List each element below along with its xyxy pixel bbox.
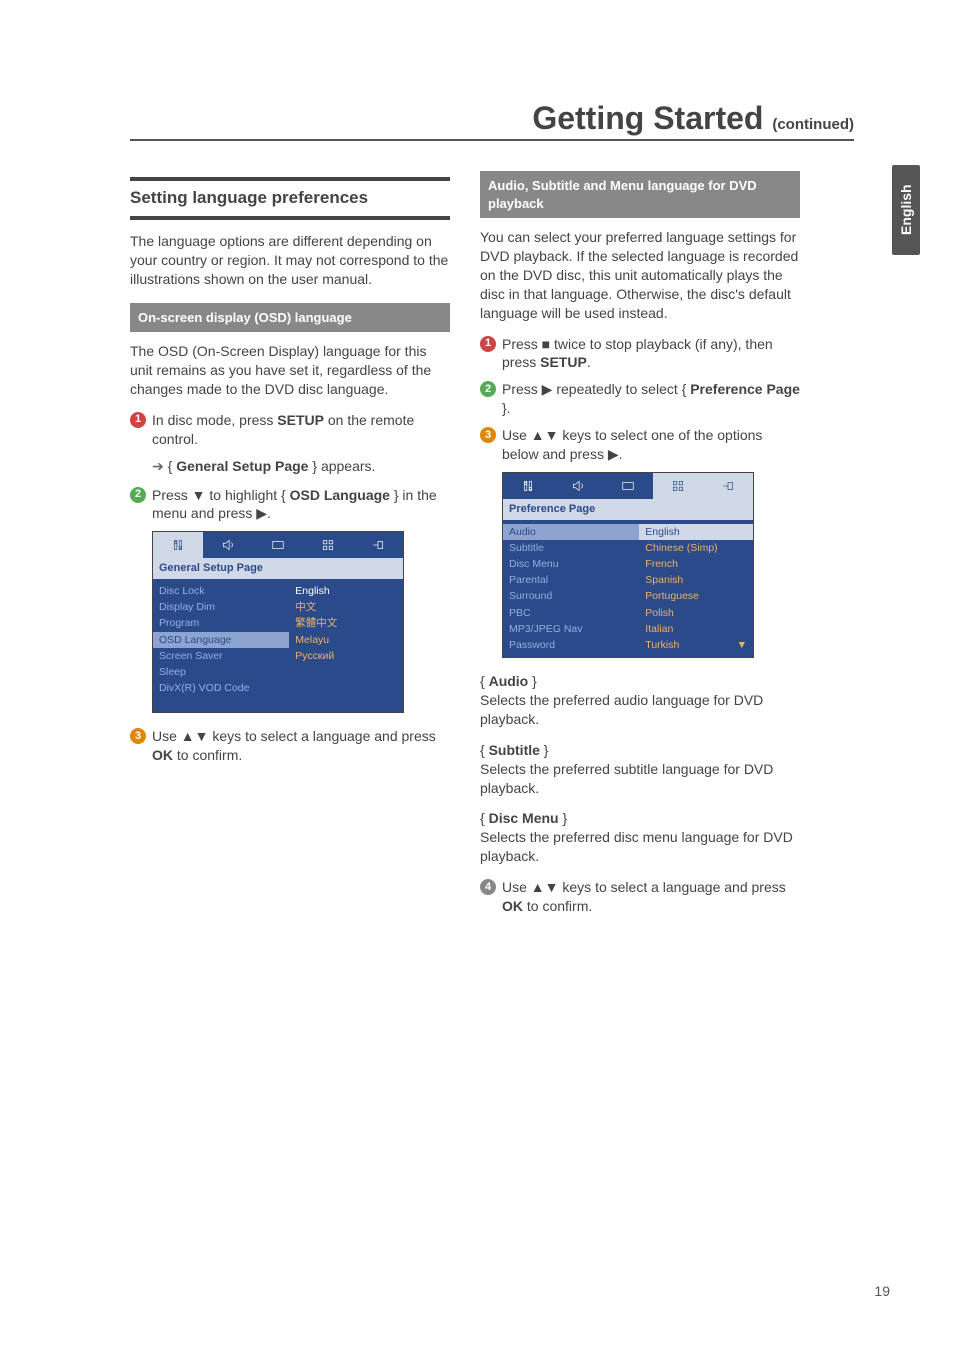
content-columns: Setting language preferences The languag…	[130, 171, 894, 924]
step-badge-1: 1	[130, 412, 146, 428]
page-title: Getting Started (continued)	[130, 100, 854, 141]
step-badge-2: 2	[480, 381, 496, 397]
page-number: 19	[874, 1283, 890, 1299]
step-badge-1: 1	[480, 336, 496, 352]
intro-text: The language options are different depen…	[130, 232, 450, 289]
osd-option-selected: English	[295, 583, 397, 599]
osd-screenshot-preference: Preference Page Audio Subtitle Disc Menu…	[502, 472, 754, 658]
opt-disc-menu: { Disc Menu }Selects the preferred disc …	[480, 809, 800, 866]
step-1: 1 In disc mode, press SETUP on the remot…	[130, 411, 450, 449]
title-text: Getting Started	[532, 100, 763, 136]
osd-left-list: Disc Lock Display Dim Program OSD Langua…	[153, 579, 289, 700]
osd-item: Password	[509, 637, 633, 653]
osd-item: PBC	[509, 605, 633, 621]
osd-option: Polish	[645, 605, 747, 621]
osd-item: Screen Saver	[159, 648, 283, 664]
osd-tab-pref-icon	[703, 473, 753, 499]
dvd-intro: You can select your preferred language s…	[480, 228, 800, 322]
step-badge-3: 3	[130, 728, 146, 744]
osd-tabs	[503, 473, 753, 499]
subsection-bar-dvd: Audio, Subtitle and Menu language for DV…	[480, 171, 800, 218]
osd-option: Spanish	[645, 572, 747, 588]
r-step-3: 3 Use ▲▼ keys to select one of the optio…	[480, 426, 800, 464]
osd-right-list: English Chinese (Simp) French Spanish Po…	[639, 520, 753, 657]
osd-tab-grid-icon	[303, 532, 353, 558]
r-step-1-text: Press ■ twice to stop playback (if any),…	[502, 335, 800, 373]
osd-option-selected: English	[639, 524, 753, 540]
r-step-3-text: Use ▲▼ keys to select one of the options…	[502, 426, 800, 464]
osd-item: Display Dim	[159, 599, 283, 615]
osd-option: Русский	[295, 648, 397, 664]
osd-body: Audio Subtitle Disc Menu Parental Surrou…	[503, 520, 753, 657]
osd-item: MP3/JPEG Nav	[509, 621, 633, 637]
step-3-text: Use ▲▼ keys to select a language and pre…	[152, 727, 450, 765]
osd-item: Surround	[509, 588, 633, 604]
osd-option: Portuguese	[645, 588, 747, 604]
osd-item: DivX(R) VOD Code	[159, 680, 283, 696]
osd-item: Program	[159, 615, 283, 631]
osd-tab-audio-icon	[553, 473, 603, 499]
step-2: 2 Press ▼ to highlight { OSD Language } …	[130, 486, 450, 524]
osd-tab-video-icon	[603, 473, 653, 499]
left-column: Setting language preferences The languag…	[130, 171, 450, 924]
step-badge-3: 3	[480, 427, 496, 443]
osd-tabs	[153, 532, 403, 558]
osd-item: Disc Lock	[159, 583, 283, 599]
page: English Getting Started (continued) Sett…	[0, 0, 954, 1347]
step-badge-2: 2	[130, 487, 146, 503]
osd-option: 繁體中文	[295, 615, 397, 631]
step-1-sub: { General Setup Page } appears.	[152, 457, 450, 476]
osd-item: Disc Menu	[509, 556, 633, 572]
section-heading: Setting language preferences	[130, 177, 450, 220]
osd-intro: The OSD (On-Screen Display) language for…	[130, 342, 450, 399]
osd-item: Parental	[509, 572, 633, 588]
osd-item: Subtitle	[509, 540, 633, 556]
osd-option: Italian	[645, 621, 747, 637]
osd-tab-general-icon	[503, 473, 553, 499]
osd-option: French	[645, 556, 747, 572]
r-step-1: 1 Press ■ twice to stop playback (if any…	[480, 335, 800, 373]
subsection-bar-osd: On-screen display (OSD) language	[130, 303, 450, 333]
osd-tab-video-icon	[253, 532, 303, 558]
osd-item-selected: OSD Language	[153, 632, 289, 648]
language-tab: English	[892, 165, 920, 255]
osd-body: Disc Lock Display Dim Program OSD Langua…	[153, 579, 403, 712]
step-1-text: In disc mode, press SETUP on the remote …	[152, 411, 450, 449]
osd-item-selected: Audio	[503, 524, 639, 540]
osd-left-list: Audio Subtitle Disc Menu Parental Surrou…	[503, 520, 639, 657]
osd-screenshot-general: General Setup Page Disc Lock Display Dim…	[152, 531, 404, 713]
osd-option: Melayu	[295, 632, 397, 648]
osd-tab-grid-icon	[653, 473, 703, 499]
title-continued: (continued)	[772, 116, 854, 133]
r-step-4-text: Use ▲▼ keys to select a language and pre…	[502, 878, 800, 916]
osd-page-title: Preference Page	[503, 499, 753, 520]
step-badge-4: 4	[480, 879, 496, 895]
osd-right-list: English 中文 繁體中文 Melayu Русский	[289, 579, 403, 700]
step-2-text: Press ▼ to highlight { OSD Language } in…	[152, 486, 450, 524]
osd-option: Turkish ▼	[645, 637, 747, 653]
osd-tab-general-icon	[153, 532, 203, 558]
osd-option: Chinese (Simp)	[645, 540, 747, 556]
osd-tab-pref-icon	[353, 532, 403, 558]
opt-audio: { Audio }Selects the preferred audio lan…	[480, 672, 800, 729]
r-step-2-text: Press ▶ repeatedly to select { Preferenc…	[502, 380, 800, 418]
r-step-4: 4 Use ▲▼ keys to select a language and p…	[480, 878, 800, 916]
step-3: 3 Use ▲▼ keys to select a language and p…	[130, 727, 450, 765]
osd-option: 中文	[295, 599, 397, 615]
osd-item: Sleep	[159, 664, 283, 680]
right-column: Audio, Subtitle and Menu language for DV…	[480, 171, 800, 924]
osd-tab-audio-icon	[203, 532, 253, 558]
r-step-2: 2 Press ▶ repeatedly to select { Prefere…	[480, 380, 800, 418]
osd-page-title: General Setup Page	[153, 558, 403, 579]
opt-subtitle: { Subtitle }Selects the preferred subtit…	[480, 741, 800, 798]
